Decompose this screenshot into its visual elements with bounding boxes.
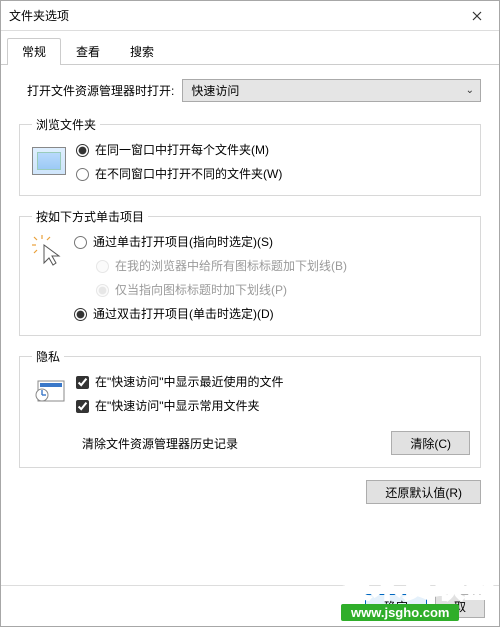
check-frequent-folders-label: 在"快速访问"中显示常用文件夹	[95, 397, 260, 415]
tab-search[interactable]: 搜索	[115, 38, 169, 65]
check-frequent-folders-control[interactable]	[76, 400, 89, 413]
windows-icon	[32, 143, 68, 179]
radio-same-window-control[interactable]	[76, 144, 89, 157]
open-explorer-select[interactable]: 快速访问 ⌄	[182, 79, 481, 102]
click-items-legend: 按如下方式单击项目	[32, 208, 148, 225]
radio-new-window[interactable]: 在不同窗口中打开不同的文件夹(W)	[76, 165, 470, 183]
privacy-group: 隐私 在"快速访问"中显示最近使用的文件	[19, 348, 481, 468]
window-title: 文件夹选项	[9, 7, 69, 24]
radio-double-click-control[interactable]	[74, 308, 87, 321]
privacy-icon	[32, 375, 68, 405]
open-explorer-label: 打开文件资源管理器时打开:	[27, 82, 174, 99]
radio-single-click[interactable]: 通过单击打开项目(指向时选定)(S)	[74, 233, 470, 251]
radio-new-window-label: 在不同窗口中打开不同的文件夹(W)	[95, 165, 282, 183]
check-recent-files-label: 在"快速访问"中显示最近使用的文件	[95, 373, 284, 391]
radio-single-click-label: 通过单击打开项目(指向时选定)(S)	[93, 233, 273, 251]
close-icon	[472, 11, 482, 21]
radio-underline-point: 仅当指向图标标题时加下划线(P)	[74, 281, 470, 299]
cursor-icon	[32, 235, 66, 269]
open-explorer-value: 快速访问	[191, 82, 239, 99]
ok-button[interactable]: 确定	[365, 594, 427, 618]
radio-underline-point-control	[96, 284, 109, 297]
check-frequent-folders[interactable]: 在"快速访问"中显示常用文件夹	[76, 397, 470, 415]
radio-double-click-label: 通过双击打开项目(单击时选定)(D)	[93, 305, 274, 323]
radio-same-window-label: 在同一窗口中打开每个文件夹(M)	[95, 141, 269, 159]
check-recent-files-control[interactable]	[76, 376, 89, 389]
close-button[interactable]	[454, 1, 499, 30]
radio-new-window-control[interactable]	[76, 168, 89, 181]
clear-history-label: 清除文件资源管理器历史记录	[82, 435, 238, 452]
clear-button[interactable]: 清除(C)	[391, 431, 470, 455]
chevron-down-icon: ⌄	[466, 85, 474, 96]
radio-underline-point-label: 仅当指向图标标题时加下划线(P)	[115, 281, 287, 299]
cancel-button[interactable]: 取	[435, 594, 485, 618]
tab-view[interactable]: 查看	[61, 38, 115, 65]
click-items-group: 按如下方式单击项目 通过单击打开项目(指向时选定	[19, 208, 481, 336]
radio-single-click-control[interactable]	[74, 236, 87, 249]
radio-underline-all: 在我的浏览器中给所有图标标题加下划线(B)	[74, 257, 470, 275]
tab-bar: 常规 查看 搜索	[1, 31, 499, 65]
check-recent-files[interactable]: 在"快速访问"中显示最近使用的文件	[76, 373, 470, 391]
restore-defaults-button[interactable]: 还原默认值(R)	[366, 480, 481, 504]
radio-double-click[interactable]: 通过双击打开项目(单击时选定)(D)	[74, 305, 470, 323]
browse-folders-legend: 浏览文件夹	[32, 116, 100, 133]
radio-underline-all-control	[96, 260, 109, 273]
radio-underline-all-label: 在我的浏览器中给所有图标标题加下划线(B)	[115, 257, 347, 275]
browse-folders-group: 浏览文件夹 在同一窗口中打开每个文件夹(M) 在不同窗口中打开不同的文件夹(W)	[19, 116, 481, 196]
tab-general[interactable]: 常规	[7, 38, 61, 65]
privacy-legend: 隐私	[32, 348, 64, 365]
radio-same-window[interactable]: 在同一窗口中打开每个文件夹(M)	[76, 141, 470, 159]
